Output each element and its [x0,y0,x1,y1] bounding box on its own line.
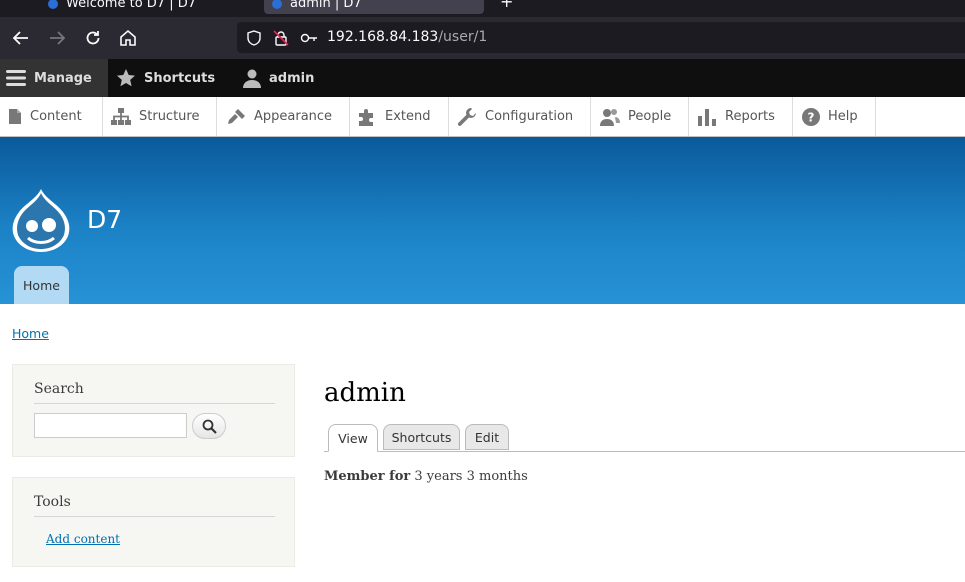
tray-label: Appearance [254,109,333,124]
tools-block-title: Tools [34,494,275,517]
member-for: Member for 3 years 3 months [324,469,528,484]
browser-tabstrip: Welcome to D7 | D7 admin | D7 + [0,0,965,17]
shield-icon [247,30,261,46]
tray-label: Content [30,109,82,124]
tray-item-help[interactable]: ? Help [793,97,876,136]
url-text: 192.168.84.183/user/1 [327,29,487,45]
new-tab-button[interactable]: + [500,0,513,11]
wrench-icon [457,107,476,126]
tray-item-extend[interactable]: Extend [350,97,449,136]
page-title: admin [324,378,406,408]
puzzle-icon [359,108,373,126]
back-button[interactable] [8,25,34,51]
bar-chart-icon [698,108,716,126]
hamburger-icon [6,70,26,86]
browser-tab-label: Welcome to D7 | D7 [66,0,196,11]
document-icon [9,109,21,124]
admin-toolbar: Manage Shortcuts admin [0,59,965,97]
browser-navbar: 192.168.84.183/user/1 [0,17,965,59]
site-header: D7 Home [0,137,965,304]
tray-item-reports[interactable]: Reports [689,97,793,136]
user-label: admin [269,70,315,86]
tab-shortcuts[interactable]: Shortcuts [383,424,460,450]
breadcrumb-home[interactable]: Home [12,326,49,341]
tab-edit[interactable]: Edit [465,424,509,450]
tray-label: Configuration [485,109,574,124]
back-arrow-icon [12,31,28,45]
home-button[interactable] [115,25,141,51]
forward-button[interactable] [44,25,70,51]
key-icon [300,33,317,43]
tray-item-configuration[interactable]: Configuration [449,97,591,136]
site-name[interactable]: D7 [87,205,122,234]
tray-item-content[interactable]: Content [0,97,103,136]
people-icon [600,108,620,126]
reload-button[interactable] [80,25,106,51]
search-button[interactable] [192,413,226,439]
tabs-divider [324,451,965,452]
url-bar[interactable]: 192.168.84.183/user/1 [237,22,965,53]
tray-label: Reports [725,109,775,124]
magnifier-icon [202,419,217,434]
browser-tab-label: admin | D7 [290,0,362,11]
drupal-favicon-icon [272,0,282,9]
tray-label: People [628,109,672,124]
paintbrush-icon [228,108,245,124]
browser-tab-active[interactable]: admin | D7 [264,0,484,14]
search-block: Search [12,364,295,457]
member-for-value: 3 years 3 months [414,469,528,484]
tray-label: Structure [139,109,200,124]
url-host: 192.168.84.183 [327,29,439,45]
tools-block: Tools Add content [12,477,295,567]
url-path: /user/1 [438,29,488,45]
toolbar-tray: Content Structure Appearance Extend Conf… [0,97,965,137]
help-icon: ? [802,107,820,126]
shortcuts-tab[interactable]: Shortcuts [116,59,215,97]
search-block-title: Search [34,381,275,404]
shortcuts-label: Shortcuts [144,70,216,86]
tray-item-people[interactable]: People [591,97,689,136]
drupal-logo-icon[interactable] [11,188,71,254]
reload-icon [86,31,100,45]
browser-tab[interactable]: Welcome to D7 | D7 [36,0,196,14]
user-tab[interactable]: admin [243,59,314,97]
sitemap-icon [111,107,131,125]
star-icon [117,69,135,87]
add-content-link[interactable]: Add content [46,532,120,546]
insecure-lock-icon [273,30,289,46]
tray-label: Extend [385,109,431,124]
tray-label: Help [828,109,858,124]
tray-item-structure[interactable]: Structure [103,97,217,136]
drupal-favicon-icon [48,0,58,9]
member-for-label: Member for [324,469,411,484]
manage-tab[interactable]: Manage [0,59,108,97]
user-icon [243,69,261,88]
home-icon [120,29,136,46]
manage-label: Manage [34,70,92,86]
tab-view[interactable]: View [328,424,378,452]
svg-text:?: ? [808,110,815,124]
forward-arrow-icon [50,31,66,45]
main-menu-home[interactable]: Home [14,266,69,304]
search-input[interactable] [34,413,187,438]
tray-item-appearance[interactable]: Appearance [217,97,350,136]
